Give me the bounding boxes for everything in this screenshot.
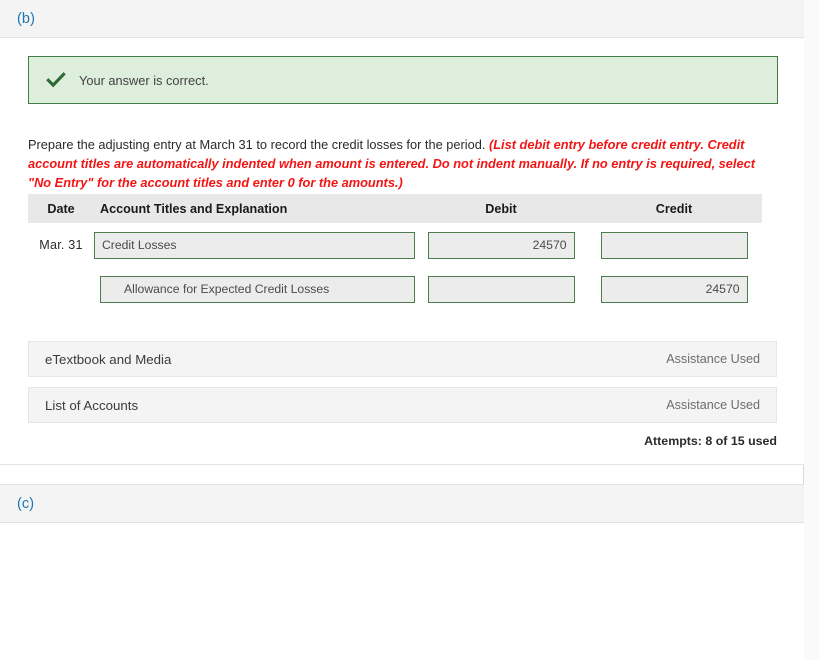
table-row xyxy=(28,267,762,311)
debit-amount-input-1[interactable] xyxy=(427,231,575,259)
column-header-account: Account Titles and Explanation xyxy=(100,201,288,216)
journal-debit-cell-1 xyxy=(416,231,586,259)
question-card-c: (c) What is the carrying amount of the r… xyxy=(0,484,804,660)
card-c-header: (c) xyxy=(0,485,804,523)
journal-entry-table: Date Account Titles and Explanation Debi… xyxy=(28,194,762,311)
account-title-input-1[interactable] xyxy=(94,231,415,259)
column-header-credit: Credit xyxy=(655,201,693,216)
column-header-debit: Debit xyxy=(485,201,517,216)
part-label-c: (c) xyxy=(17,495,35,512)
list-of-accounts-assistance-status: Assistance Used xyxy=(666,398,760,412)
etextbook-assistance-status: Assistance Used xyxy=(666,352,760,366)
instructions-normal-text: Prepare the adjusting entry at March 31 … xyxy=(28,136,489,152)
page-gutter xyxy=(805,0,819,660)
answer-correct-text: Your answer is correct. xyxy=(79,72,209,88)
list-of-accounts-label: List of Accounts xyxy=(45,397,139,413)
page-root: (b) Your answer is correct. Prepare the … xyxy=(0,0,819,660)
credit-amount-input-1[interactable] xyxy=(600,231,748,259)
journal-debit-cell-2 xyxy=(416,275,586,303)
part-label-b: (b) xyxy=(17,10,36,27)
journal-account-cell-2 xyxy=(94,275,416,303)
etextbook-and-media-row[interactable]: eTextbook and Media Assistance Used xyxy=(28,341,777,377)
answer-correct-banner: Your answer is correct. xyxy=(28,56,778,104)
question-card-b: (b) Your answer is correct. Prepare the … xyxy=(0,0,804,465)
etextbook-and-media-label: eTextbook and Media xyxy=(45,351,172,367)
journal-header-row: Date Account Titles and Explanation Debi… xyxy=(28,194,762,223)
instructions-paragraph: Prepare the adjusting entry at March 31 … xyxy=(28,135,776,192)
debit-amount-input-2[interactable] xyxy=(427,275,575,303)
attempts-counter: Attempts: 8 of 15 used xyxy=(644,434,777,448)
account-title-input-2[interactable] xyxy=(100,275,415,303)
journal-date-1: Mar. 31 xyxy=(39,238,83,252)
card-b-header: (b) xyxy=(0,0,804,38)
journal-credit-cell-1 xyxy=(586,231,762,259)
table-row: Mar. 31 xyxy=(28,223,762,267)
journal-account-cell-1 xyxy=(94,231,416,259)
list-of-accounts-row[interactable]: List of Accounts Assistance Used xyxy=(28,387,777,423)
journal-credit-cell-2 xyxy=(586,275,762,303)
credit-amount-input-2[interactable] xyxy=(600,275,748,303)
checkmark-icon xyxy=(45,69,67,91)
column-header-date: Date xyxy=(47,201,75,216)
content-column: (b) Your answer is correct. Prepare the … xyxy=(0,0,804,660)
